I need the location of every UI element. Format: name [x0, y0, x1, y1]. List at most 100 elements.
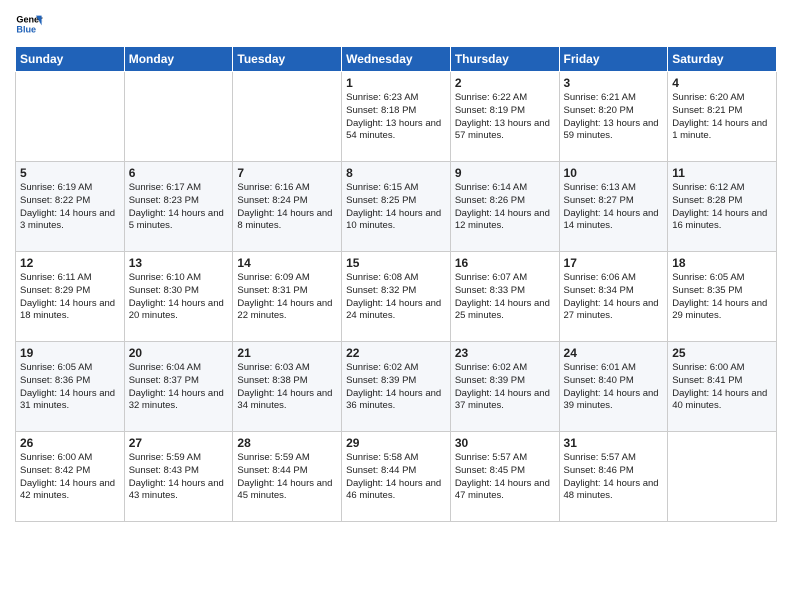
calendar-row-3: 12 Sunrise: 6:11 AMSunset: 8:29 PMDayligh…	[16, 252, 777, 342]
cell-info: Sunrise: 6:16 AMSunset: 8:24 PMDaylight:…	[237, 182, 337, 233]
cell-info: Sunrise: 6:11 AMSunset: 8:29 PMDaylight:…	[20, 272, 120, 323]
cell-info: Sunrise: 6:05 AMSunset: 8:36 PMDaylight:…	[20, 362, 120, 413]
cell-info: Sunrise: 6:06 AMSunset: 8:34 PMDaylight:…	[564, 272, 664, 323]
day-number: 31	[564, 436, 664, 450]
day-number: 7	[237, 166, 337, 180]
cell-info: Sunrise: 6:02 AMSunset: 8:39 PMDaylight:…	[455, 362, 555, 413]
day-number: 19	[20, 346, 120, 360]
day-number: 26	[20, 436, 120, 450]
day-number: 2	[455, 76, 555, 90]
calendar-cell	[16, 72, 125, 162]
cell-info: Sunrise: 6:02 AMSunset: 8:39 PMDaylight:…	[346, 362, 446, 413]
weekday-header-monday: Monday	[124, 47, 233, 72]
logo: General Blue	[15, 10, 43, 38]
day-number: 15	[346, 256, 446, 270]
calendar-cell: 3 Sunrise: 6:21 AMSunset: 8:20 PMDaylight…	[559, 72, 668, 162]
calendar-cell	[124, 72, 233, 162]
calendar-cell: 24Sunrise: 6:01 AMSunset: 8:40 PMDayligh…	[559, 342, 668, 432]
weekday-header-tuesday: Tuesday	[233, 47, 342, 72]
day-number: 23	[455, 346, 555, 360]
cell-info: Sunrise: 6:12 AMSunset: 8:28 PMDaylight:…	[672, 182, 772, 233]
cell-info: Sunrise: 6:13 AMSunset: 8:27 PMDaylight:…	[564, 182, 664, 233]
cell-info: Sunrise: 6:19 AMSunset: 8:22 PMDaylight:…	[20, 182, 120, 233]
weekday-header-friday: Friday	[559, 47, 668, 72]
day-number: 6	[129, 166, 229, 180]
day-number: 24	[564, 346, 664, 360]
weekday-header-row: SundayMondayTuesdayWednesdayThursdayFrid…	[16, 47, 777, 72]
day-number: 13	[129, 256, 229, 270]
day-number: 11	[672, 166, 772, 180]
day-number: 28	[237, 436, 337, 450]
calendar-cell	[233, 72, 342, 162]
cell-info: Sunrise: 6:15 AMSunset: 8:25 PMDaylight:…	[346, 182, 446, 233]
day-number: 3	[564, 76, 664, 90]
day-number: 12	[20, 256, 120, 270]
calendar-cell: 30 Sunrise: 5:57 AMSunset: 8:45 PMDayligh…	[450, 432, 559, 522]
cell-info: Sunrise: 6:20 AMSunset: 8:21 PMDaylight:…	[672, 92, 772, 143]
calendar-cell: 10 Sunrise: 6:13 AMSunset: 8:27 PMDayligh…	[559, 162, 668, 252]
calendar-row-2: 5 Sunrise: 6:19 AMSunset: 8:22 PMDaylight…	[16, 162, 777, 252]
day-number: 4	[672, 76, 772, 90]
page-header: General Blue	[15, 10, 777, 38]
cell-info: Sunrise: 6:21 AMSunset: 8:20 PMDaylight:…	[564, 92, 664, 143]
cell-info: Sunrise: 6:07 AMSunset: 8:33 PMDaylight:…	[455, 272, 555, 323]
calendar-cell: 25 Sunrise: 6:00 AMSunset: 8:41 PMDayligh…	[668, 342, 777, 432]
weekday-header-sunday: Sunday	[16, 47, 125, 72]
cell-info: Sunrise: 6:09 AMSunset: 8:31 PMDaylight:…	[237, 272, 337, 323]
cell-info: Sunrise: 6:10 AMSunset: 8:30 PMDaylight:…	[129, 272, 229, 323]
day-number: 14	[237, 256, 337, 270]
day-number: 9	[455, 166, 555, 180]
cell-info: Sunrise: 6:17 AMSunset: 8:23 PMDaylight:…	[129, 182, 229, 233]
calendar-cell: 14 Sunrise: 6:09 AMSunset: 8:31 PMDayligh…	[233, 252, 342, 342]
logo-icon: General Blue	[15, 10, 43, 38]
day-number: 8	[346, 166, 446, 180]
day-number: 29	[346, 436, 446, 450]
calendar-cell: 15Sunrise: 6:08 AMSunset: 8:32 PMDayligh…	[342, 252, 451, 342]
calendar-page: General Blue SundayMondayTuesdayWednesda…	[0, 0, 792, 612]
day-number: 16	[455, 256, 555, 270]
weekday-header-thursday: Thursday	[450, 47, 559, 72]
day-number: 22	[346, 346, 446, 360]
calendar-cell: 6 Sunrise: 6:17 AMSunset: 8:23 PMDaylight…	[124, 162, 233, 252]
calendar-cell: 31 Sunrise: 5:57 AMSunset: 8:46 PMDayligh…	[559, 432, 668, 522]
cell-info: Sunrise: 5:57 AMSunset: 8:45 PMDaylight:…	[455, 452, 555, 503]
calendar-cell: 11 Sunrise: 6:12 AMSunset: 8:28 PMDayligh…	[668, 162, 777, 252]
day-number: 27	[129, 436, 229, 450]
cell-info: Sunrise: 5:57 AMSunset: 8:46 PMDaylight:…	[564, 452, 664, 503]
calendar-cell: 1 Sunrise: 6:23 AMSunset: 8:18 PMDaylight…	[342, 72, 451, 162]
calendar-cell: 19 Sunrise: 6:05 AMSunset: 8:36 PMDayligh…	[16, 342, 125, 432]
calendar-cell: 7 Sunrise: 6:16 AMSunset: 8:24 PMDaylight…	[233, 162, 342, 252]
calendar-cell: 9 Sunrise: 6:14 AMSunset: 8:26 PMDaylight…	[450, 162, 559, 252]
day-number: 20	[129, 346, 229, 360]
cell-info: Sunrise: 6:22 AMSunset: 8:19 PMDaylight:…	[455, 92, 555, 143]
cell-info: Sunrise: 5:58 AMSunset: 8:44 PMDaylight:…	[346, 452, 446, 503]
calendar-cell: 17 Sunrise: 6:06 AMSunset: 8:34 PMDayligh…	[559, 252, 668, 342]
day-number: 10	[564, 166, 664, 180]
weekday-header-wednesday: Wednesday	[342, 47, 451, 72]
calendar-row-1: 1 Sunrise: 6:23 AMSunset: 8:18 PMDaylight…	[16, 72, 777, 162]
day-number: 30	[455, 436, 555, 450]
day-number: 17	[564, 256, 664, 270]
day-number: 1	[346, 76, 446, 90]
calendar-cell: 18 Sunrise: 6:05 AMSunset: 8:35 PMDayligh…	[668, 252, 777, 342]
day-number: 5	[20, 166, 120, 180]
cell-info: Sunrise: 6:00 AMSunset: 8:41 PMDaylight:…	[672, 362, 772, 413]
cell-info: Sunrise: 6:14 AMSunset: 8:26 PMDaylight:…	[455, 182, 555, 233]
day-number: 18	[672, 256, 772, 270]
cell-info: Sunrise: 6:04 AMSunset: 8:37 PMDaylight:…	[129, 362, 229, 413]
calendar-cell: 13 Sunrise: 6:10 AMSunset: 8:30 PMDayligh…	[124, 252, 233, 342]
cell-info: Sunrise: 6:23 AMSunset: 8:18 PMDaylight:…	[346, 92, 446, 143]
calendar-cell: 12 Sunrise: 6:11 AMSunset: 8:29 PMDayligh…	[16, 252, 125, 342]
cell-info: Sunrise: 5:59 AMSunset: 8:43 PMDaylight:…	[129, 452, 229, 503]
cell-info: Sunrise: 6:00 AMSunset: 8:42 PMDaylight:…	[20, 452, 120, 503]
calendar-cell: 29 Sunrise: 5:58 AMSunset: 8:44 PMDayligh…	[342, 432, 451, 522]
calendar-cell: 23 Sunrise: 6:02 AMSunset: 8:39 PMDayligh…	[450, 342, 559, 432]
day-number: 21	[237, 346, 337, 360]
calendar-table: SundayMondayTuesdayWednesdayThursdayFrid…	[15, 46, 777, 522]
cell-info: Sunrise: 6:05 AMSunset: 8:35 PMDaylight:…	[672, 272, 772, 323]
cell-info: Sunrise: 5:59 AMSunset: 8:44 PMDaylight:…	[237, 452, 337, 503]
cell-info: Sunrise: 6:03 AMSunset: 8:38 PMDaylight:…	[237, 362, 337, 413]
calendar-row-4: 19 Sunrise: 6:05 AMSunset: 8:36 PMDayligh…	[16, 342, 777, 432]
svg-text:Blue: Blue	[16, 24, 36, 34]
day-number: 25	[672, 346, 772, 360]
